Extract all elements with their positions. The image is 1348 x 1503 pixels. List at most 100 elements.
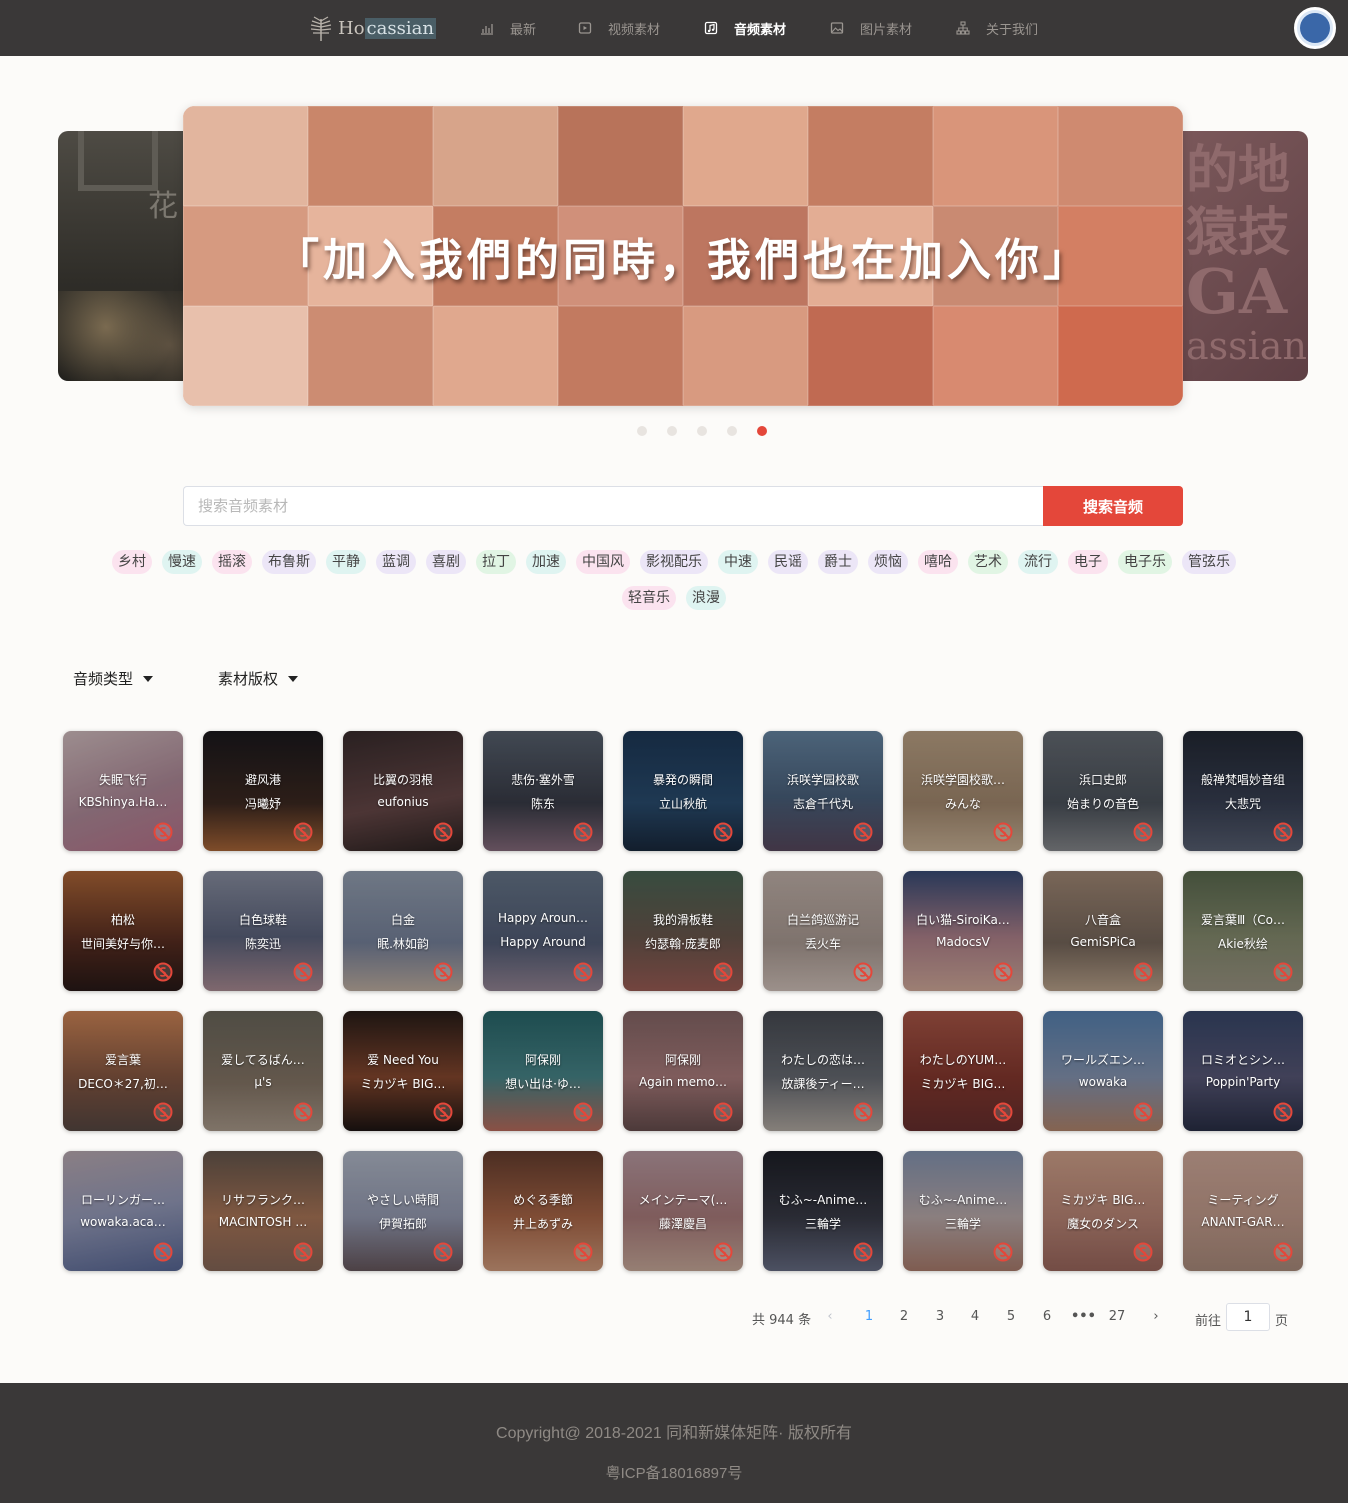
card-title: 比翼の羽根 xyxy=(372,773,433,787)
page-number[interactable]: 2 xyxy=(893,1309,915,1324)
carousel-dot-active[interactable] xyxy=(757,426,767,436)
page-number[interactable]: 27 xyxy=(1106,1309,1128,1324)
tag-chip[interactable]: 流行 xyxy=(1018,550,1058,574)
prev-page-button[interactable]: ‹ xyxy=(819,1309,841,1324)
audio-card[interactable]: 悲伤·塞外雪 陈东 xyxy=(483,731,603,851)
search-input[interactable] xyxy=(183,486,1044,526)
tag-chip[interactable]: 影视配乐 xyxy=(640,550,708,574)
tag-chip[interactable]: 轻音乐 xyxy=(622,586,676,610)
audio-card[interactable]: メインテーマ(… 藤澤慶昌 xyxy=(623,1151,743,1271)
audio-card[interactable]: 比翼の羽根 eufonius xyxy=(343,731,463,851)
card-artist: 世间美好与你… xyxy=(80,937,165,951)
tag-chip[interactable]: 摇滚 xyxy=(212,550,252,574)
no-commercial-icon xyxy=(712,1241,734,1263)
nav-about[interactable]: 关于我们 xyxy=(956,18,1038,38)
audio-card[interactable]: ミーティング ANANT-GAR… xyxy=(1183,1151,1303,1271)
user-avatar[interactable] xyxy=(1294,7,1336,49)
slide-glyph: 花 xyxy=(148,189,178,224)
carousel-dot[interactable] xyxy=(637,426,647,436)
more-pages-ellipsis[interactable]: ••• xyxy=(1071,1309,1096,1324)
tag-chip[interactable]: 艺术 xyxy=(968,550,1008,574)
page-number[interactable]: 6 xyxy=(1036,1309,1058,1324)
audio-card[interactable]: 白色球鞋 陈奕迅 xyxy=(203,871,323,991)
audio-card[interactable]: ミカヅキ BIG… 魔女のダンス xyxy=(1043,1151,1163,1271)
audio-card[interactable]: めぐる季節 井上あずみ xyxy=(483,1151,603,1271)
tag-chip[interactable]: 烦恼 xyxy=(868,550,908,574)
tag-chip[interactable]: 电子 xyxy=(1068,550,1108,574)
tag-chip[interactable]: 加速 xyxy=(526,550,566,574)
tag-chip[interactable]: 浪漫 xyxy=(686,586,726,610)
tag-chip[interactable]: 爵士 xyxy=(818,550,858,574)
tag-chip[interactable]: 乡村 xyxy=(112,550,152,574)
audio-card[interactable]: 浜咲学园校歌 志倉千代丸 xyxy=(763,731,883,851)
tag-chip[interactable]: 喜剧 xyxy=(426,550,466,574)
tag-chip[interactable]: 慢速 xyxy=(162,550,202,574)
audio-card[interactable]: わたしのYUM… ミカヅキ BIG… xyxy=(903,1011,1023,1131)
nav-video[interactable]: 视频素材 xyxy=(578,18,660,38)
tag-chip[interactable]: 布鲁斯 xyxy=(262,550,316,574)
audio-card[interactable]: わたしの恋は… 放課後ティー… xyxy=(763,1011,883,1131)
nav-latest[interactable]: 最新 xyxy=(480,18,536,38)
audio-card[interactable]: 爱 Need You ミカヅキ BIG… xyxy=(343,1011,463,1131)
page-number[interactable]: 5 xyxy=(1000,1309,1022,1324)
nav-audio[interactable]: 音频素材 xyxy=(704,18,786,38)
card-artist: 三輪学 xyxy=(804,1217,841,1231)
carousel-slide-active[interactable]: 「加入我們的同時，我們也在加入你」 xyxy=(183,106,1183,406)
card-title: 我的滑板鞋 xyxy=(652,913,713,927)
audio-card[interactable]: 白い猫-SiroiKa… MadocsV xyxy=(903,871,1023,991)
audio-card[interactable]: むふ~-Anime… 三輪学 xyxy=(903,1151,1023,1271)
audio-card[interactable]: 般禅梵唱妙音组 大悲咒 xyxy=(1183,731,1303,851)
audio-card[interactable]: 阿保刚 想い出は·ゆ… xyxy=(483,1011,603,1131)
audio-card[interactable]: ロミオとシン… Poppin'Party xyxy=(1183,1011,1303,1131)
tag-chip[interactable]: 中国风 xyxy=(576,550,630,574)
card-title: むふ~-Anime… xyxy=(778,1193,868,1207)
audio-card[interactable]: 我的滑板鞋 约瑟翰·庞麦郎 xyxy=(623,871,743,991)
tag-chip[interactable]: 蓝调 xyxy=(376,550,416,574)
license-filter[interactable]: 素材版权 xyxy=(218,668,299,689)
card-title: 悲伤·塞外雪 xyxy=(511,773,575,787)
tag-chip[interactable]: 电子乐 xyxy=(1118,550,1172,574)
audio-card[interactable]: 白兰鸽巡游记 丢火车 xyxy=(763,871,883,991)
audio-card[interactable]: 八音盒 GemiSPiCa xyxy=(1043,871,1163,991)
audio-card[interactable]: 爱してるばん… μ's xyxy=(203,1011,323,1131)
search-button[interactable]: 搜索音频 xyxy=(1043,486,1183,526)
audio-type-filter[interactable]: 音频类型 xyxy=(73,668,154,689)
no-commercial-icon xyxy=(1272,821,1294,843)
audio-card[interactable]: やさしい時間 伊賀拓郎 xyxy=(343,1151,463,1271)
audio-card[interactable]: 爱言葉Ⅲ（Co… Akie秋绘 xyxy=(1183,871,1303,991)
audio-card[interactable]: Happy Aroun… Happy Around xyxy=(483,871,603,991)
carousel-dot[interactable] xyxy=(727,426,737,436)
tag-chip[interactable]: 拉丁 xyxy=(476,550,516,574)
audio-card[interactable]: 白金 眠.林如韵 xyxy=(343,871,463,991)
page-number[interactable]: 4 xyxy=(964,1309,986,1324)
audio-card[interactable]: むふ~-Anime… 三輪学 xyxy=(763,1151,883,1271)
next-page-button[interactable]: › xyxy=(1145,1309,1167,1324)
audio-card[interactable]: 避风港 冯曦妤 xyxy=(203,731,323,851)
tag-chip[interactable]: 平静 xyxy=(326,550,366,574)
card-title: 避风港 xyxy=(244,773,281,787)
card-title: 浜口史郎 xyxy=(1078,773,1127,787)
audio-card[interactable]: 暴発の瞬間 立山秋航 xyxy=(623,731,743,851)
audio-card[interactable]: 柏松 世间美好与你… xyxy=(63,871,183,991)
audio-card[interactable]: 浜咲学園校歌… みんな xyxy=(903,731,1023,851)
page-number[interactable]: 3 xyxy=(929,1309,951,1324)
audio-card[interactable]: リサフランク… MACINTOSH … xyxy=(203,1151,323,1271)
audio-card[interactable]: 爱言葉 DECO＊27,初… xyxy=(63,1011,183,1131)
tag-chip[interactable]: 管弦乐 xyxy=(1182,550,1236,574)
page-number[interactable]: 1 xyxy=(858,1309,880,1324)
carousel-dot[interactable] xyxy=(697,426,707,436)
icp-link[interactable]: 粤ICP备18016897号 xyxy=(0,1462,1348,1483)
goto-page-input[interactable]: 1 xyxy=(1226,1303,1270,1331)
tag-chip[interactable]: 嘻哈 xyxy=(918,550,958,574)
carousel-dot[interactable] xyxy=(667,426,677,436)
tag-chip[interactable]: 民谣 xyxy=(768,550,808,574)
nav-images[interactable]: 图片素材 xyxy=(830,18,912,38)
audio-card[interactable]: ローリンガー… wowaka.aca… xyxy=(63,1151,183,1271)
tag-chip[interactable]: 中速 xyxy=(718,550,758,574)
audio-card[interactable]: 浜口史郎 始まりの音色 xyxy=(1043,731,1163,851)
audio-card[interactable]: 阿保刚 Again memo… xyxy=(623,1011,743,1131)
card-title: ミーティング xyxy=(1207,1193,1279,1207)
site-logo[interactable]: Ho cassian xyxy=(308,12,436,44)
audio-card[interactable]: 失眠飞行 KBShinya.Ha… xyxy=(63,731,183,851)
audio-card[interactable]: ワールズエン… wowaka xyxy=(1043,1011,1163,1131)
